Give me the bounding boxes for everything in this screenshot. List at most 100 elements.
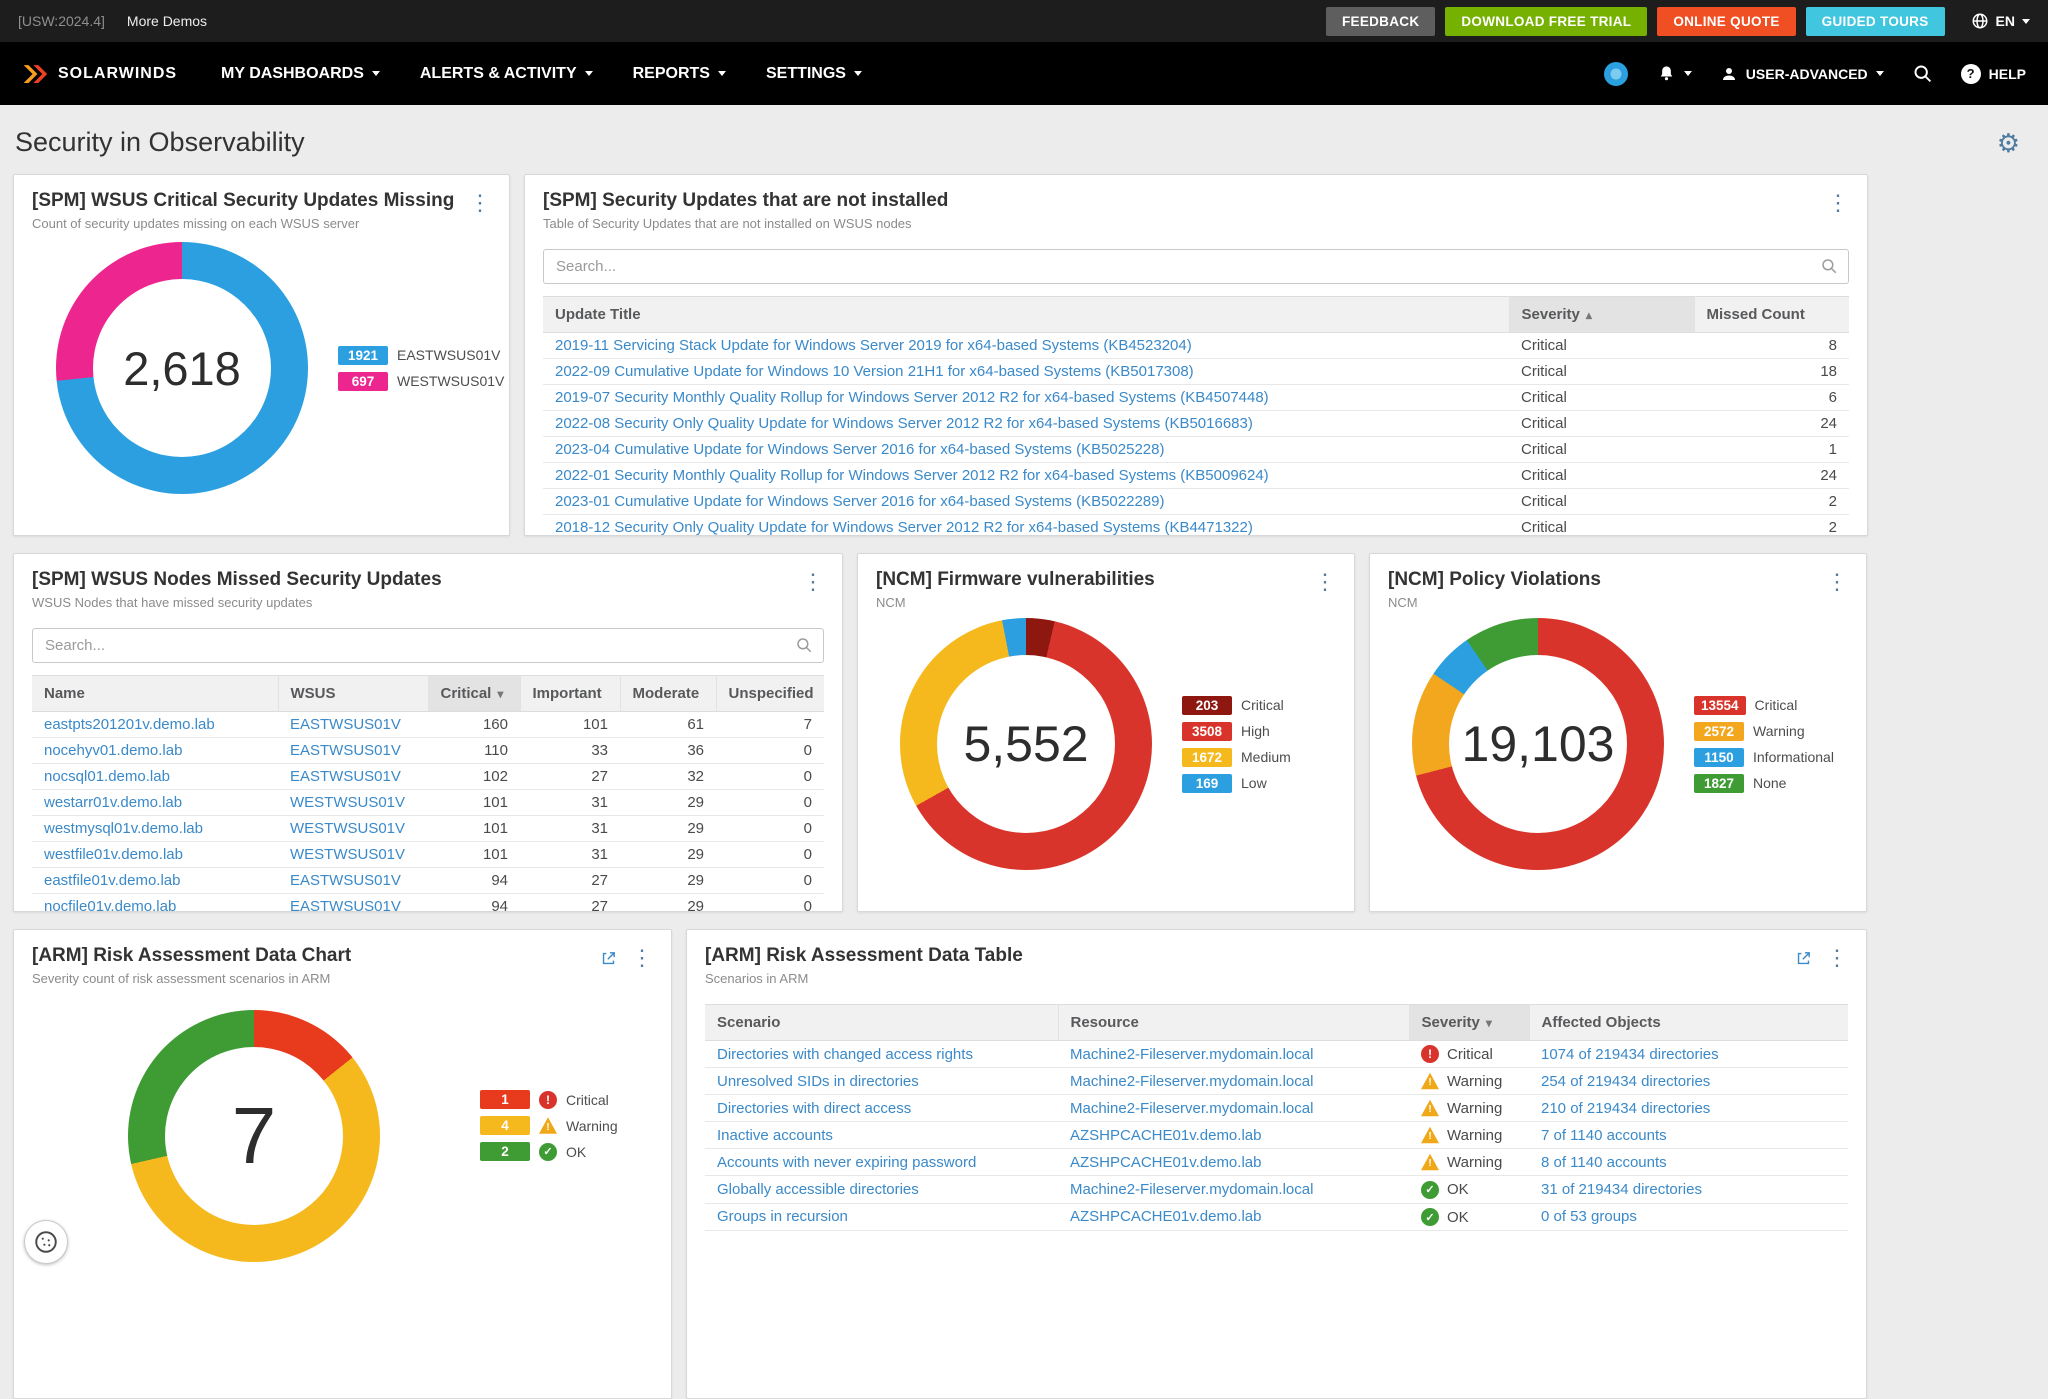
wsus-server-link[interactable]: WESTWSUS01V	[290, 846, 405, 863]
resource-link[interactable]: AZSHPCACHE01v.demo.lab	[1070, 1154, 1261, 1171]
promo-button[interactable]: GUIDED TOURS	[1806, 7, 1945, 36]
column-resource[interactable]: Resource	[1058, 1005, 1409, 1041]
wsus-server-link[interactable]: EASTWSUS01V	[290, 742, 401, 759]
widget-menu-icon[interactable]	[631, 947, 653, 969]
update-title-link[interactable]: 2023-01 Cumulative Update for Windows Se…	[555, 493, 1165, 510]
user-menu[interactable]: USER-ADVANCED	[1720, 65, 1884, 83]
more-demos-link[interactable]: More Demos	[127, 13, 207, 29]
page-settings-gear-icon[interactable]	[1997, 130, 2020, 156]
wsus-server-link[interactable]: EASTWSUS01V	[290, 768, 401, 785]
legend-item[interactable]: 169 Low	[1182, 774, 1291, 793]
wsus-server-link[interactable]: EASTWSUS01V	[290, 898, 401, 912]
resource-link[interactable]: Machine2-Fileserver.mydomain.local	[1070, 1181, 1313, 1198]
notifications-button[interactable]	[1657, 64, 1692, 83]
firmware-donut-chart[interactable]: 5,552	[900, 618, 1152, 870]
resource-link[interactable]: Machine2-Fileserver.mydomain.local	[1070, 1073, 1313, 1090]
column-update-title[interactable]: Update Title	[543, 297, 1509, 333]
update-title-link[interactable]: 2023-04 Cumulative Update for Windows Se…	[555, 441, 1165, 458]
resource-link[interactable]: Machine2-Fileserver.mydomain.local	[1070, 1100, 1313, 1117]
update-title-link[interactable]: 2022-08 Security Only Quality Update for…	[555, 415, 1253, 432]
wsus-missing-donut-chart[interactable]: 2,618	[56, 242, 308, 494]
column-name[interactable]: Name	[32, 676, 278, 712]
node-name-link[interactable]: westfile01v.demo.lab	[44, 846, 183, 863]
affected-objects-link[interactable]: 254 of 219434 directories	[1541, 1073, 1710, 1090]
column-affected-objects[interactable]: Affected Objects	[1529, 1005, 1848, 1041]
update-title-link[interactable]: 2019-11 Servicing Stack Update for Windo…	[555, 337, 1192, 354]
wsus-server-link[interactable]: WESTWSUS01V	[290, 794, 405, 811]
search-button[interactable]	[1912, 63, 1933, 84]
column-critical[interactable]: Critical▾	[428, 676, 520, 712]
column-important[interactable]: Important	[520, 676, 620, 712]
affected-objects-link[interactable]: 8 of 1140 accounts	[1541, 1154, 1667, 1171]
column-scenario[interactable]: Scenario	[705, 1005, 1058, 1041]
widget-menu-icon[interactable]	[469, 192, 491, 214]
node-name-link[interactable]: nocfile01v.demo.lab	[44, 898, 176, 912]
legend-item[interactable]: 2572 Warning	[1694, 722, 1834, 741]
legend-item[interactable]: 3508 High	[1182, 722, 1291, 741]
column-moderate[interactable]: Moderate	[620, 676, 716, 712]
legend-item[interactable]: 1827 None	[1694, 774, 1834, 793]
legend-item[interactable]: 1672 Medium	[1182, 748, 1291, 767]
widget-menu-icon[interactable]	[802, 571, 824, 593]
column-unspecified[interactable]: Unspecified	[716, 676, 824, 712]
language-selector[interactable]: EN	[1971, 12, 2030, 30]
nav-menu-item[interactable]: MY DASHBOARDS	[221, 65, 380, 83]
legend-item[interactable]: 13554 Critical	[1694, 696, 1834, 715]
wsus-server-link[interactable]: EASTWSUS01V	[290, 716, 401, 733]
assist-icon[interactable]	[1603, 61, 1629, 87]
node-name-link[interactable]: westarr01v.demo.lab	[44, 794, 182, 811]
node-name-link[interactable]: eastpts201201v.demo.lab	[44, 716, 215, 733]
nav-menu-item[interactable]: ALERTS & ACTIVITY	[420, 65, 593, 83]
help-button[interactable]: HELP	[1961, 64, 2026, 84]
legend-item[interactable]: 697 WESTWSUS01V	[338, 372, 504, 391]
search-input[interactable]	[32, 628, 824, 663]
legend-item[interactable]: 1921 EASTWSUS01V	[338, 346, 504, 365]
node-name-link[interactable]: westmysql01v.demo.lab	[44, 820, 203, 837]
search-input[interactable]	[543, 249, 1849, 284]
scenario-link[interactable]: Unresolved SIDs in directories	[717, 1073, 919, 1090]
scenario-link[interactable]: Directories with changed access rights	[717, 1046, 973, 1063]
cookie-preferences-button[interactable]	[24, 1220, 68, 1264]
resource-link[interactable]: AZSHPCACHE01v.demo.lab	[1070, 1208, 1261, 1225]
affected-objects-link[interactable]: 7 of 1140 accounts	[1541, 1127, 1667, 1144]
promo-button[interactable]: ONLINE QUOTE	[1657, 7, 1795, 36]
node-name-link[interactable]: eastfile01v.demo.lab	[44, 872, 180, 889]
nav-menu-item[interactable]: REPORTS	[633, 65, 726, 83]
legend-item[interactable]: 1 Critical	[480, 1090, 618, 1109]
solarwinds-logo[interactable]: SOLARWINDS	[22, 63, 177, 85]
promo-button[interactable]: DOWNLOAD FREE TRIAL	[1445, 7, 1647, 36]
affected-objects-link[interactable]: 0 of 53 groups	[1541, 1208, 1637, 1225]
legend-item[interactable]: 4 Warning	[480, 1116, 618, 1135]
update-title-link[interactable]: 2019-07 Security Monthly Quality Rollup …	[555, 389, 1269, 406]
widget-menu-icon[interactable]	[1314, 571, 1336, 593]
column-severity[interactable]: Severity▾	[1409, 1005, 1529, 1041]
scenario-link[interactable]: Groups in recursion	[717, 1208, 848, 1225]
resource-link[interactable]: Machine2-Fileserver.mydomain.local	[1070, 1046, 1313, 1063]
open-in-new-icon[interactable]	[600, 950, 617, 967]
legend-item[interactable]: 203 Critical	[1182, 696, 1291, 715]
legend-item[interactable]: 1150 Informational	[1694, 748, 1834, 767]
node-name-link[interactable]: nocehyv01.demo.lab	[44, 742, 182, 759]
affected-objects-link[interactable]: 1074 of 219434 directories	[1541, 1046, 1719, 1063]
affected-objects-link[interactable]: 210 of 219434 directories	[1541, 1100, 1710, 1117]
affected-objects-link[interactable]: 31 of 219434 directories	[1541, 1181, 1702, 1198]
widget-menu-icon[interactable]	[1826, 571, 1848, 593]
update-title-link[interactable]: 2018-12 Security Only Quality Update for…	[555, 519, 1253, 536]
wsus-server-link[interactable]: WESTWSUS01V	[290, 820, 405, 837]
update-title-link[interactable]: 2022-09 Cumulative Update for Windows 10…	[555, 363, 1194, 380]
arm-risk-donut-chart[interactable]: 7	[128, 1010, 380, 1262]
scenario-link[interactable]: Directories with direct access	[717, 1100, 911, 1117]
column-severity[interactable]: Severity▴	[1509, 297, 1694, 333]
scenario-link[interactable]: Globally accessible directories	[717, 1181, 919, 1198]
scenario-link[interactable]: Inactive accounts	[717, 1127, 833, 1144]
resource-link[interactable]: AZSHPCACHE01v.demo.lab	[1070, 1127, 1261, 1144]
update-title-link[interactable]: 2022-01 Security Monthly Quality Rollup …	[555, 467, 1269, 484]
nav-menu-item[interactable]: SETTINGS	[766, 65, 862, 83]
wsus-server-link[interactable]: EASTWSUS01V	[290, 872, 401, 889]
column-wsus[interactable]: WSUS	[278, 676, 428, 712]
widget-menu-icon[interactable]	[1827, 192, 1849, 214]
column-missed-count[interactable]: Missed Count	[1694, 297, 1849, 333]
policy-violations-donut-chart[interactable]: 19,103	[1412, 618, 1664, 870]
node-name-link[interactable]: nocsql01.demo.lab	[44, 768, 170, 785]
scenario-link[interactable]: Accounts with never expiring password	[717, 1154, 976, 1171]
